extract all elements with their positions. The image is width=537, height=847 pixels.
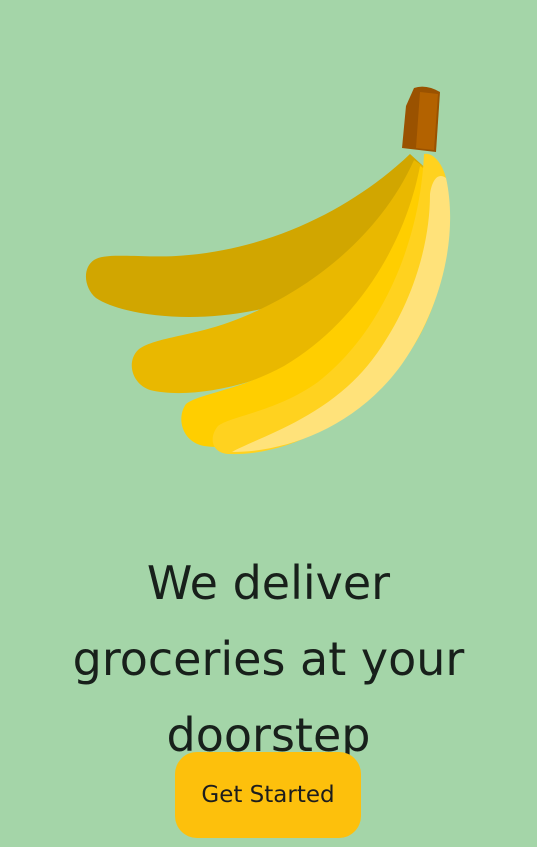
onboarding-screen: We deliver groceries at your doorstep Ge… xyxy=(0,0,537,847)
get-started-button[interactable]: Get Started xyxy=(175,752,361,838)
headline-line-2: groceries at your xyxy=(72,631,465,686)
headline-line-1: We deliver xyxy=(146,555,391,610)
page-title: We deliver groceries at your doorstep xyxy=(0,545,537,773)
banana-bunch-icon xyxy=(85,86,451,455)
